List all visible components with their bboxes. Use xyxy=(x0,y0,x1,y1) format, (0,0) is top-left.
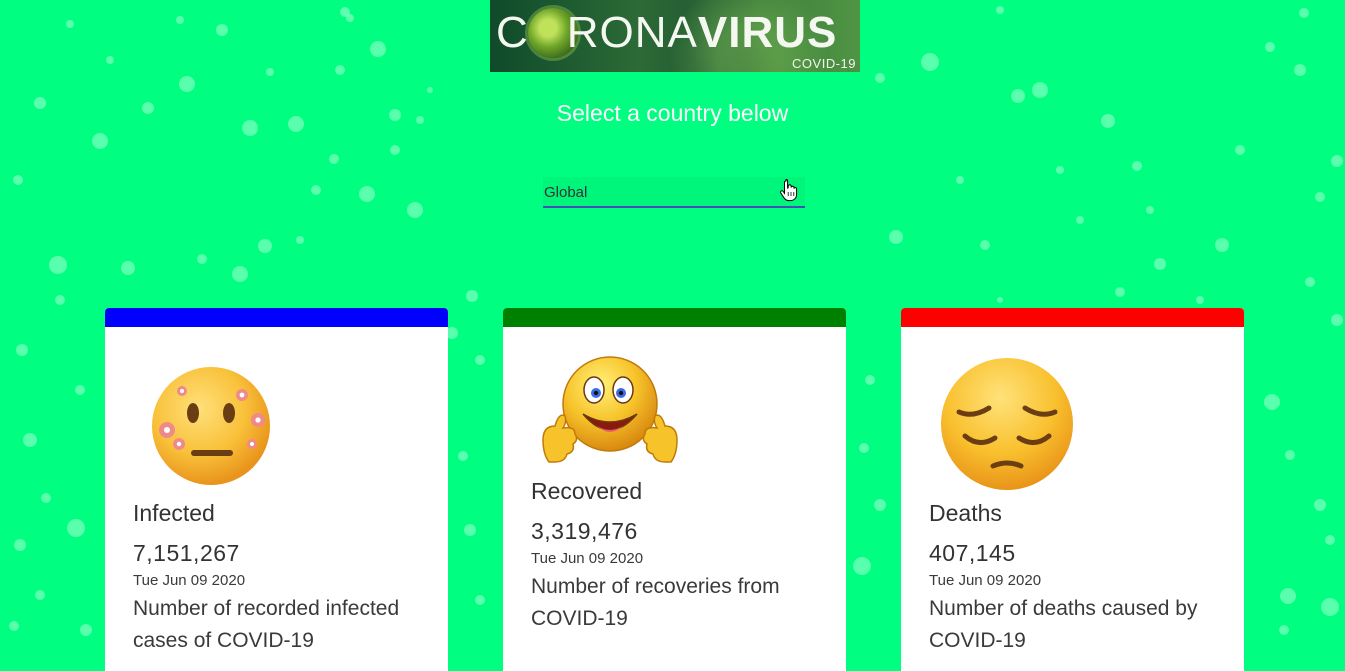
thumbs-up-smiley-icon xyxy=(542,356,678,463)
infected-count: 7,151,267 xyxy=(133,540,240,566)
sick-face-emoji-icon xyxy=(152,367,270,485)
pensive-face-emoji-icon xyxy=(941,358,1073,490)
deaths-label: Deaths xyxy=(929,500,1002,526)
infected-label: Infected xyxy=(133,500,215,526)
infected-card-accent-bar xyxy=(105,308,448,327)
logo-title-rona: RONA xyxy=(566,8,698,57)
country-select-value: Global xyxy=(544,184,588,201)
deaths-card-accent-bar xyxy=(901,308,1244,327)
recovered-count: 3,319,476 xyxy=(531,518,638,544)
recovered-card: Recovered 3,319,476 Tue Jun 09 2020 Numb… xyxy=(503,308,846,671)
recovered-description: Number of recoveries from COVID-19 xyxy=(531,575,780,630)
deaths-card: Deaths 407,145 Tue Jun 09 2020 Number of… xyxy=(901,308,1244,671)
infected-date: Tue Jun 09 2020 xyxy=(133,572,246,589)
recovered-label: Recovered xyxy=(531,478,643,504)
logo-title-virus: VIRUS xyxy=(697,8,838,57)
infected-description: Number of recorded infected cases of COV… xyxy=(133,597,400,652)
logo-title: C RONAVIRUS xyxy=(496,8,837,58)
recovered-date: Tue Jun 09 2020 xyxy=(531,550,644,567)
logo-subtitle: COVID-19 xyxy=(792,56,856,71)
deaths-count: 407,145 xyxy=(929,540,1016,566)
infected-card: Infected 7,151,267 Tue Jun 09 2020 Numbe… xyxy=(105,308,448,671)
deaths-description: Number of deaths caused by COVID-19 xyxy=(929,597,1198,652)
deaths-date: Tue Jun 09 2020 xyxy=(929,572,1042,589)
recovered-card-accent-bar xyxy=(503,308,846,327)
country-select[interactable]: Global xyxy=(543,177,805,208)
coronavirus-logo: C RONAVIRUS COVID-19 xyxy=(490,0,860,72)
hand-cursor-icon xyxy=(780,178,798,202)
logo-title-c: C xyxy=(496,8,529,57)
select-country-heading: Select a country below xyxy=(556,100,789,126)
